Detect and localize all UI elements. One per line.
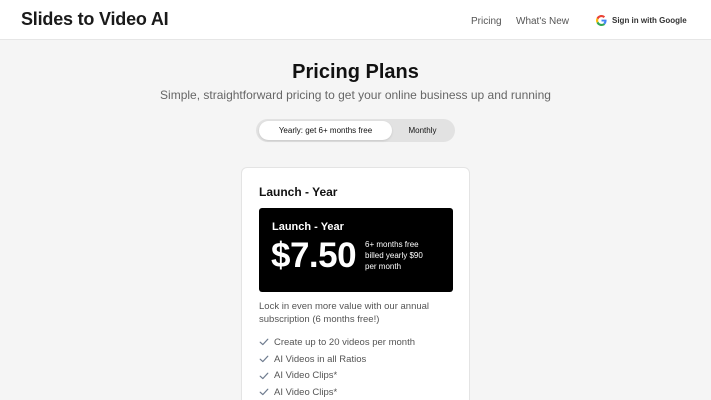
toggle-option-monthly[interactable]: Monthly	[392, 121, 453, 140]
top-header: Slides to Video AI Pricing What's New Si…	[0, 0, 711, 40]
feature-label: Create up to 20 videos per month	[274, 336, 416, 348]
sign-in-label: Sign in with Google	[612, 15, 687, 25]
price-box-title: Launch - Year	[272, 221, 344, 233]
check-icon	[259, 372, 269, 379]
feature-item: Create up to 20 videos per month	[259, 334, 459, 351]
google-icon	[596, 14, 607, 26]
feature-item: AI Video Clips*	[259, 384, 459, 400]
check-icon	[259, 338, 269, 346]
price-note: 6+ months free	[365, 240, 419, 249]
feature-label: AI Video Clips*	[274, 370, 338, 382]
feature-list: Create up to 20 videos per month AI Vide…	[259, 334, 459, 400]
price-amount: $7.50	[271, 236, 357, 275]
feature-item: AI Video Clips*	[259, 367, 459, 384]
price-notes: 6+ months free billed yearly $90 per mon…	[365, 239, 423, 272]
feature-label: AI Videos in all Ratios	[274, 353, 367, 365]
price-box: Launch - Year $7.50 6+ months free bille…	[259, 208, 453, 292]
billing-period-toggle: Yearly: get 6+ months free Monthly	[256, 119, 455, 142]
toggle-option-yearly[interactable]: Yearly: get 6+ months free	[259, 121, 392, 140]
sign-in-with-google-button[interactable]: Sign in with Google	[585, 9, 696, 31]
plan-description: Lock in even more value with our annual …	[259, 301, 430, 325]
price-note: billed yearly $90	[365, 251, 423, 260]
nav-link-whats-new[interactable]: What's New	[516, 16, 569, 27]
page-subtitle: Simple, straightforward pricing to get y…	[160, 88, 551, 102]
pricing-plan-card: Launch - Year Launch - Year $7.50 6+ mon…	[241, 167, 470, 400]
plan-name: Launch - Year	[259, 185, 338, 199]
price-note: per month	[365, 262, 402, 271]
check-icon	[259, 355, 269, 363]
page-title: Pricing Plans	[292, 61, 419, 83]
feature-item: AI Videos in all Ratios	[259, 351, 459, 368]
brand-logo-text[interactable]: Slides to Video AI	[21, 9, 169, 30]
nav-link-pricing[interactable]: Pricing	[471, 16, 502, 27]
check-icon	[259, 389, 269, 396]
feature-label: AI Video Clips*	[274, 386, 338, 398]
